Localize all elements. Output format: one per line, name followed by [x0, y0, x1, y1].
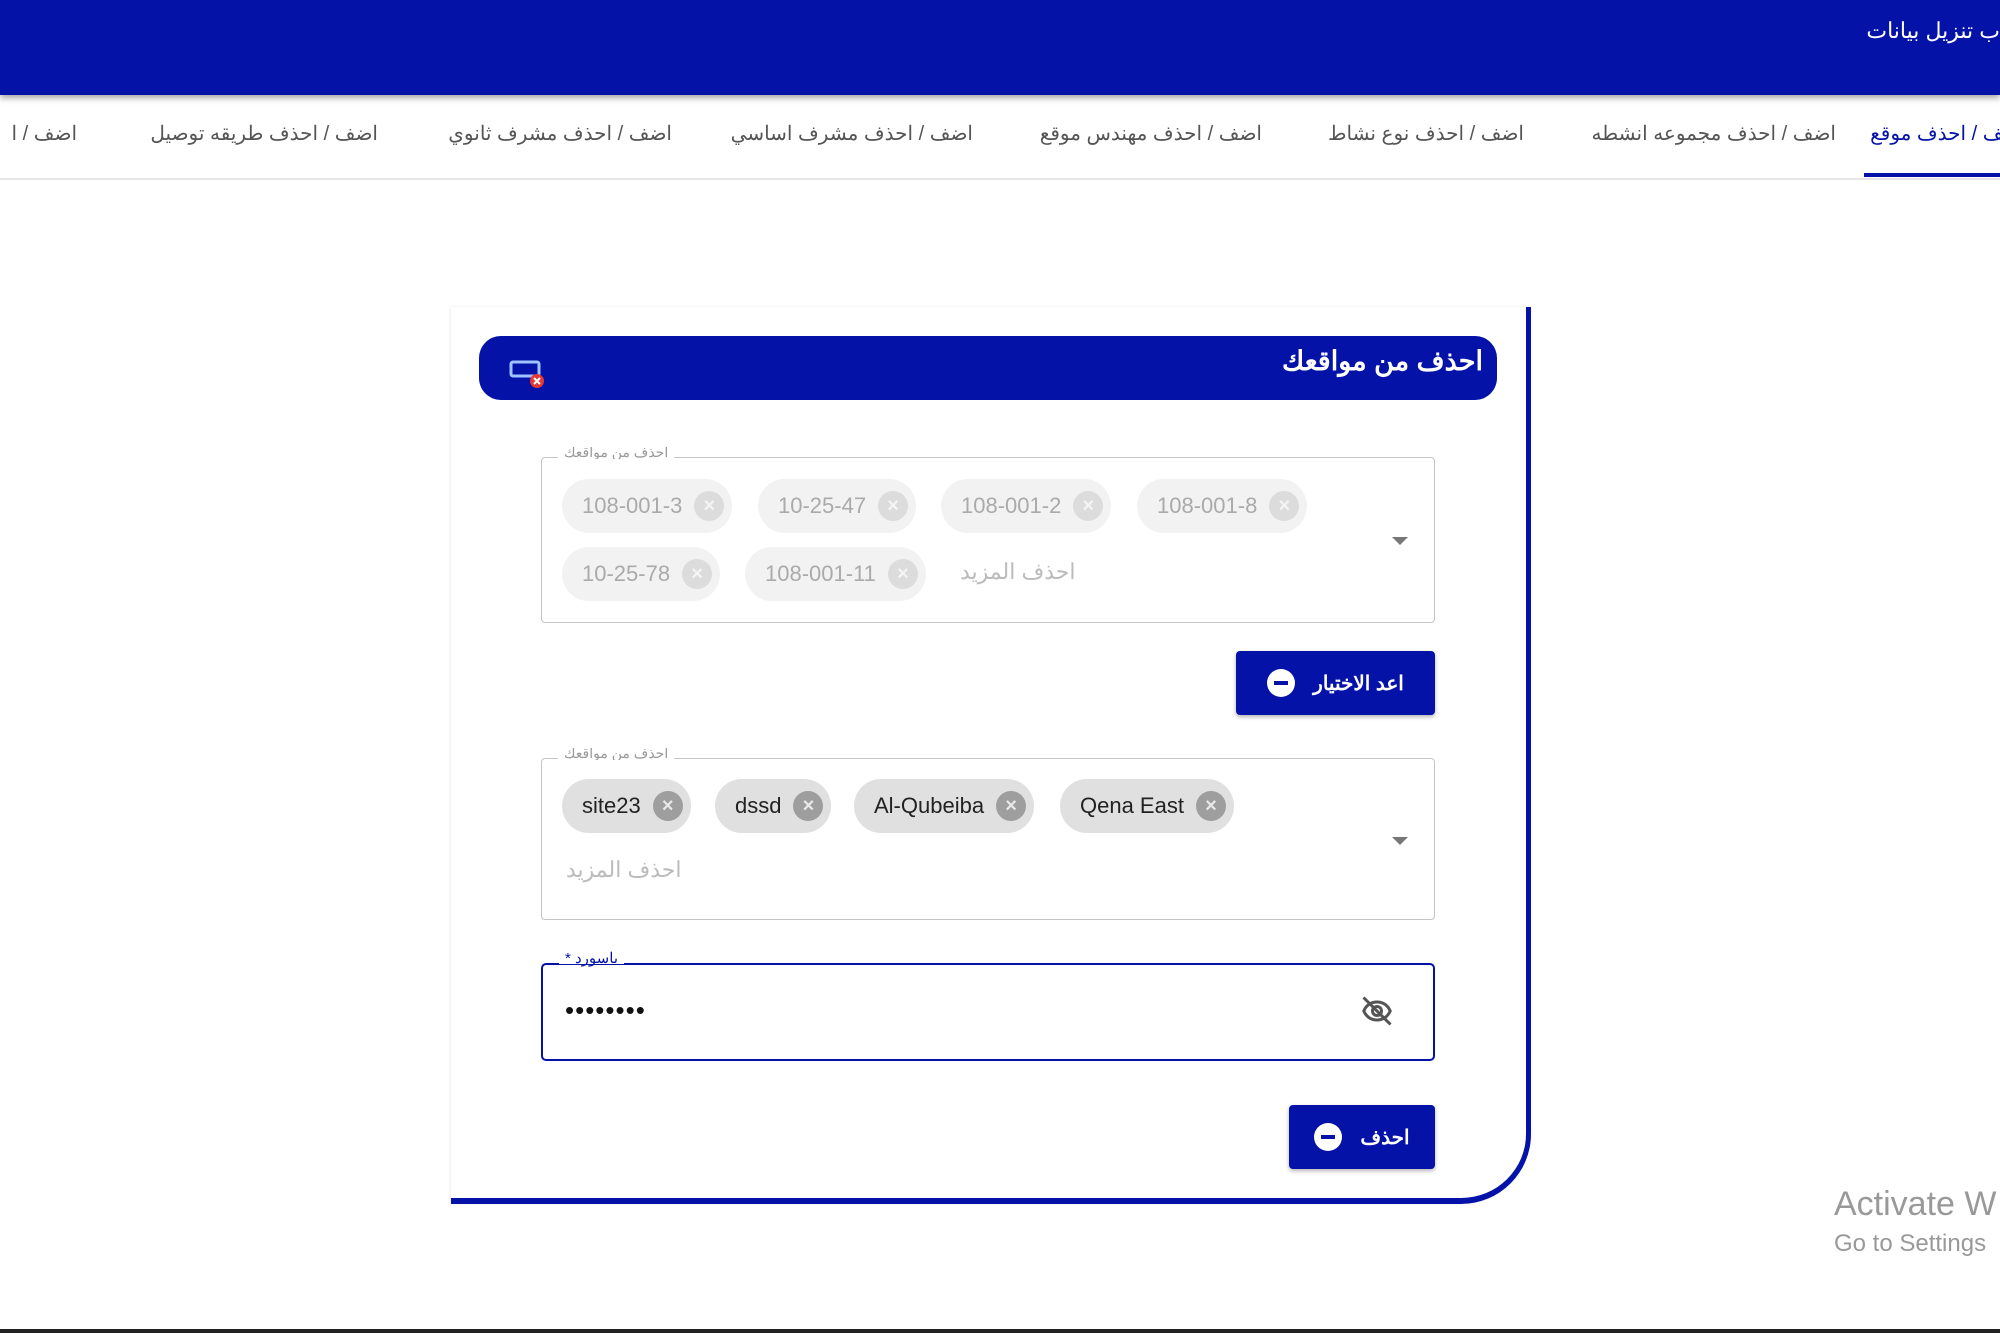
visibility-off-icon[interactable]	[1357, 993, 1397, 1034]
sites-select-2[interactable]: احذف من مواقعك site23 × dssd × Al-Qubeiba ×…	[541, 748, 1435, 920]
tab-connection-method[interactable]: اضف / احذف طريقه توصيل	[150, 121, 378, 146]
chip-label: 10-25-78	[582, 561, 671, 586]
delete-sites-card: احذف من مواقعك احذف من مواقعك 108-001-3 ×…	[451, 307, 1531, 1204]
sites-select-2-label: احذف من مواقعك	[558, 748, 675, 760]
reset-selection-button[interactable]: اعد الاختيار	[1236, 651, 1435, 715]
tab-add-remove-site[interactable]: اضف / احذف موقع	[1870, 121, 2000, 146]
remove-chip-icon[interactable]: ×	[996, 791, 1027, 821]
add-more-input[interactable]: احذف المزيد	[566, 857, 682, 883]
bottom-divider	[0, 1329, 2000, 1333]
minus-circle-icon	[1314, 1123, 1343, 1151]
remove-chip-icon[interactable]: ×	[1073, 491, 1104, 521]
remove-chip-icon[interactable]: ×	[652, 791, 683, 821]
tab-primary-supervisor[interactable]: اضف / احذف مشرف اساسي	[731, 121, 973, 146]
chip-label: 108-001-11	[765, 561, 876, 586]
chip-label: 108-001-2	[961, 493, 1062, 518]
remove-chip-icon[interactable]: ×	[887, 559, 918, 589]
chip[interactable]: 108-001-3 ×	[562, 479, 733, 533]
active-tab-indicator	[1864, 173, 2000, 177]
chip[interactable]: Al-Qubeiba ×	[854, 779, 1035, 833]
app-title: ب تنزيل بيانات	[1866, 18, 2000, 43]
remove-location-icon	[509, 360, 545, 395]
reset-selection-label: اعد الاختيار	[1313, 672, 1404, 695]
remove-chip-icon[interactable]: ×	[682, 559, 713, 589]
minus-circle-icon	[1267, 669, 1296, 697]
windows-activation-watermark: Activate W Go to Settings	[1834, 1185, 1996, 1258]
chip[interactable]: Qena East ×	[1060, 779, 1234, 833]
tab-site-engineer[interactable]: اضف / احذف مهندس موقع	[1040, 121, 1262, 146]
chip[interactable]: 108-001-8 ×	[1137, 479, 1308, 533]
chip-label: Qena East	[1080, 793, 1184, 818]
top-app-bar: ب تنزيل بيانات	[0, 0, 2000, 95]
tab-bar: اضف / احذف موقع اضف / احذف مجموعه انشطه …	[0, 95, 2000, 180]
watermark-line1: Activate W	[1834, 1185, 1997, 1223]
remove-chip-icon[interactable]: ×	[1269, 491, 1300, 521]
chip-label: 108-001-3	[582, 493, 683, 518]
password-label: باسورد *	[559, 951, 624, 966]
password-input[interactable]: ••••••••	[565, 995, 646, 1026]
delete-button[interactable]: احذف	[1289, 1105, 1435, 1169]
chip[interactable]: site23 ×	[562, 779, 691, 833]
chip-label: dssd	[735, 793, 782, 818]
chip-label: 10-25-47	[778, 493, 867, 518]
dropdown-arrow-icon[interactable]	[1392, 537, 1408, 545]
sites-select-1[interactable]: احذف من مواقعك 108-001-3 × 10-25-47 × 108-…	[541, 447, 1435, 623]
delete-label: احذف	[1360, 1126, 1410, 1149]
remove-chip-icon[interactable]: ×	[793, 791, 824, 821]
card-title: احذف من مواقعك	[1282, 346, 1483, 376]
tab-partial[interactable]: اضف / ا	[12, 121, 77, 146]
chip[interactable]: 108-001-2 ×	[941, 479, 1112, 533]
add-more-input[interactable]: احذف المزيد	[960, 559, 1076, 585]
chip[interactable]: 10-25-47 ×	[758, 479, 917, 533]
tab-secondary-supervisor[interactable]: اضف / احذف مشرف ثانوي	[448, 121, 672, 146]
remove-chip-icon[interactable]: ×	[1195, 791, 1226, 821]
watermark-line2: Go to Settings	[1834, 1230, 1987, 1257]
password-field[interactable]: باسورد * ••••••••	[541, 951, 1435, 1061]
chip[interactable]: dssd ×	[715, 779, 832, 833]
chip-label: 108-001-8	[1157, 493, 1258, 518]
chip[interactable]: 108-001-11 ×	[745, 547, 926, 601]
chip[interactable]: 10-25-78 ×	[562, 547, 721, 601]
remove-chip-icon[interactable]: ×	[878, 491, 909, 521]
chip-label: Al-Qubeiba	[874, 793, 985, 818]
tab-activity-type[interactable]: اضف / احذف نوع نشاط	[1328, 121, 1524, 146]
remove-chip-icon[interactable]: ×	[694, 491, 725, 521]
card-header: احذف من مواقعك	[479, 336, 1497, 400]
chip-label: site23	[582, 793, 641, 818]
sites-select-1-label: احذف من مواقعك	[558, 447, 675, 459]
dropdown-arrow-icon[interactable]	[1392, 837, 1408, 845]
tab-activity-group[interactable]: اضف / احذف مجموعه انشطه	[1592, 121, 1836, 146]
